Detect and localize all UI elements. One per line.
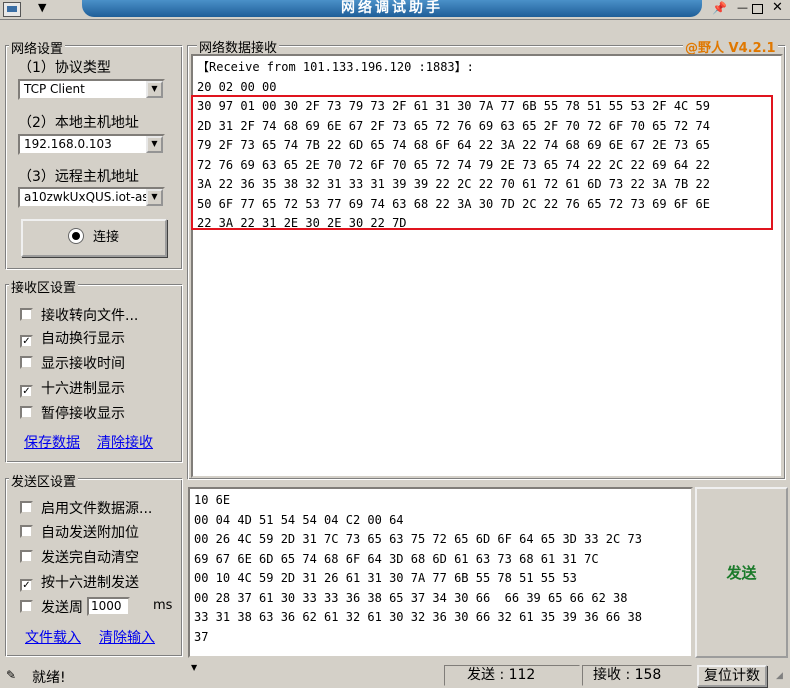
save-data-link[interactable]: 保存数据 xyxy=(24,432,80,452)
period-unit: ms xyxy=(153,598,173,613)
local-host-select[interactable]: 192.168.0.103 ▼ xyxy=(18,134,165,155)
chevron-down-icon[interactable]: ▼ xyxy=(146,136,163,153)
hex-send-checkbox[interactable]: ✓ 按十六进制发送 xyxy=(20,572,139,592)
send-settings-legend: 发送区设置 xyxy=(9,471,79,490)
send-textarea[interactable]: 10 6E 00 04 4D 51 54 54 04 C2 00 64 00 26 … xyxy=(188,487,693,658)
system-menu-arrow-icon[interactable]: ▼ xyxy=(38,1,46,14)
remote-host-label: （3）远程主机地址 xyxy=(18,169,139,185)
close-icon[interactable]: ✕ xyxy=(770,1,785,16)
file-data-source-checkbox[interactable]: 启用文件数据源... xyxy=(20,498,153,517)
connect-button[interactable]: 连接 xyxy=(21,219,167,257)
chevron-down-icon[interactable]: ▼ xyxy=(146,189,163,206)
send-line: 00 28 37 61 30 33 33 36 38 65 37 34 30 6… xyxy=(194,590,628,605)
send-line: 10 6E xyxy=(194,493,231,507)
protocol-label: （1）协议类型 xyxy=(18,60,111,76)
checkbox-label: 十六进制显示 xyxy=(41,381,125,397)
send-line: 69 67 6E 6D 65 74 68 6F 64 3D 68 6D 61 6… xyxy=(194,551,599,566)
local-host-label: （2）本地主机地址 xyxy=(18,115,139,131)
receive-line: 30 97 01 00 30 2F 73 79 73 2F 61 31 30 7… xyxy=(197,99,710,113)
checkbox-icon xyxy=(20,501,33,514)
sent-count: 发送 : 112 xyxy=(444,665,580,686)
receive-line: 22 3A 22 31 2E 30 2E 30 22 7D xyxy=(197,216,407,230)
checkbox-label: 按十六进制发送 xyxy=(41,575,139,591)
load-file-link[interactable]: 文件载入 xyxy=(25,627,81,647)
receive-line: 【Receive from 101.133.196.120 :1883】: xyxy=(197,60,474,74)
maximize-icon[interactable] xyxy=(752,4,763,14)
receive-settings-legend: 接收区设置 xyxy=(9,277,79,296)
receive-line: 72 76 69 63 65 2E 70 72 6F 70 65 72 74 7… xyxy=(197,157,710,172)
show-receive-time-checkbox[interactable]: 显示接收时间 xyxy=(20,353,125,372)
receive-to-file-checkbox[interactable]: 接收转向文件... xyxy=(20,305,139,324)
remote-host-value: a10zwkUxQUS.iot-as xyxy=(24,190,149,204)
send-button[interactable]: 发送 xyxy=(695,487,788,658)
receive-line: 20 02 00 00 xyxy=(197,79,277,94)
hex-display-checkbox[interactable]: ✓ 十六进制显示 xyxy=(20,378,125,398)
checkbox-label: 自动发送附加位 xyxy=(41,525,139,541)
resize-arrow-icon: ▼ xyxy=(191,663,198,672)
checkmark-icon: ✓ xyxy=(20,335,33,348)
auto-append-checkbox[interactable]: 自动发送附加位 xyxy=(20,522,139,541)
title-bar: ▼ 网络调试助手 📌 — ✕ xyxy=(0,0,790,20)
checkbox-label: 自动换行显示 xyxy=(41,331,125,347)
resize-grip-icon[interactable]: ◢ xyxy=(776,671,783,681)
clear-receive-link[interactable]: 清除接收 xyxy=(97,432,153,452)
reset-count-button[interactable]: 复位计数 xyxy=(697,665,767,687)
minimize-icon[interactable]: — xyxy=(735,2,750,16)
checkbox-icon xyxy=(20,600,33,613)
pause-display-checkbox[interactable]: 暂停接收显示 xyxy=(20,403,125,422)
checkbox-label: 启用文件数据源... xyxy=(41,501,153,517)
chevron-down-icon[interactable]: ▼ xyxy=(146,81,163,98)
receive-line: 2D 31 2F 74 68 69 6E 67 2F 73 65 72 76 6… xyxy=(197,118,710,133)
checkbox-icon xyxy=(20,356,33,369)
checkbox-label: 发送完自动清空 xyxy=(41,550,139,566)
receive-line: 3A 22 36 35 38 32 31 33 31 39 39 22 2C 2… xyxy=(197,177,710,191)
send-line: 37 xyxy=(194,629,209,644)
network-settings-legend: 网络设置 xyxy=(9,38,66,57)
checkbox-label: 暂停接收显示 xyxy=(41,406,125,422)
received-count: 接收 : 158 xyxy=(582,665,692,686)
send-line: 00 26 4C 59 2D 31 7C 73 65 63 75 72 65 6… xyxy=(194,532,642,546)
window-title: 网络调试助手 xyxy=(82,0,702,17)
receive-line: 50 6F 77 65 72 53 77 69 74 63 68 22 3A 3… xyxy=(197,196,710,211)
checkbox-icon xyxy=(20,525,33,538)
checkbox-icon xyxy=(20,308,33,321)
send-period-checkbox[interactable]: 发送周 xyxy=(20,597,83,616)
send-line: 00 10 4C 59 2D 31 26 61 31 30 7A 77 6B 5… xyxy=(194,571,577,585)
checkmark-icon: ✓ xyxy=(20,579,33,592)
send-line: 33 31 38 63 36 62 61 32 61 30 32 36 30 6… xyxy=(194,610,642,624)
checkmark-icon: ✓ xyxy=(20,385,33,398)
receive-textarea[interactable]: 【Receive from 101.133.196.120 :1883】: 20 … xyxy=(191,54,783,478)
checkbox-label: 发送周 xyxy=(41,600,83,616)
connect-label: 连接 xyxy=(92,230,119,245)
clear-input-link[interactable]: 清除输入 xyxy=(99,627,155,647)
send-line: 00 04 4D 51 54 54 04 C2 00 64 xyxy=(194,512,404,527)
checkbox-label: 接收转向文件... xyxy=(41,308,139,324)
pin-icon[interactable]: 📌 xyxy=(712,1,727,15)
status-bar: ✎ 就绪! ▼ 发送 : 112 接收 : 158 复位计数 ◢ xyxy=(0,663,790,688)
connection-status-icon xyxy=(68,229,83,243)
auto-clear-checkbox[interactable]: 发送完自动清空 xyxy=(20,547,139,566)
status-icon: ✎ xyxy=(6,668,17,682)
protocol-value: TCP Client xyxy=(24,82,85,96)
app-icon[interactable] xyxy=(3,2,21,17)
checkbox-label: 显示接收时间 xyxy=(41,356,125,372)
protocol-select[interactable]: TCP Client ▼ xyxy=(18,79,165,100)
receive-line: 79 2F 73 65 74 7B 22 6D 65 74 68 6F 64 2… xyxy=(197,138,710,152)
remote-host-input[interactable]: a10zwkUxQUS.iot-as ▼ xyxy=(18,187,165,208)
checkbox-icon xyxy=(20,550,33,563)
auto-wrap-checkbox[interactable]: ✓ 自动换行显示 xyxy=(20,328,125,348)
send-period-input[interactable]: 1000 xyxy=(87,597,130,616)
local-host-value: 192.168.0.103 xyxy=(24,137,112,151)
status-ready: 就绪! xyxy=(32,670,66,686)
checkbox-icon xyxy=(20,406,33,419)
